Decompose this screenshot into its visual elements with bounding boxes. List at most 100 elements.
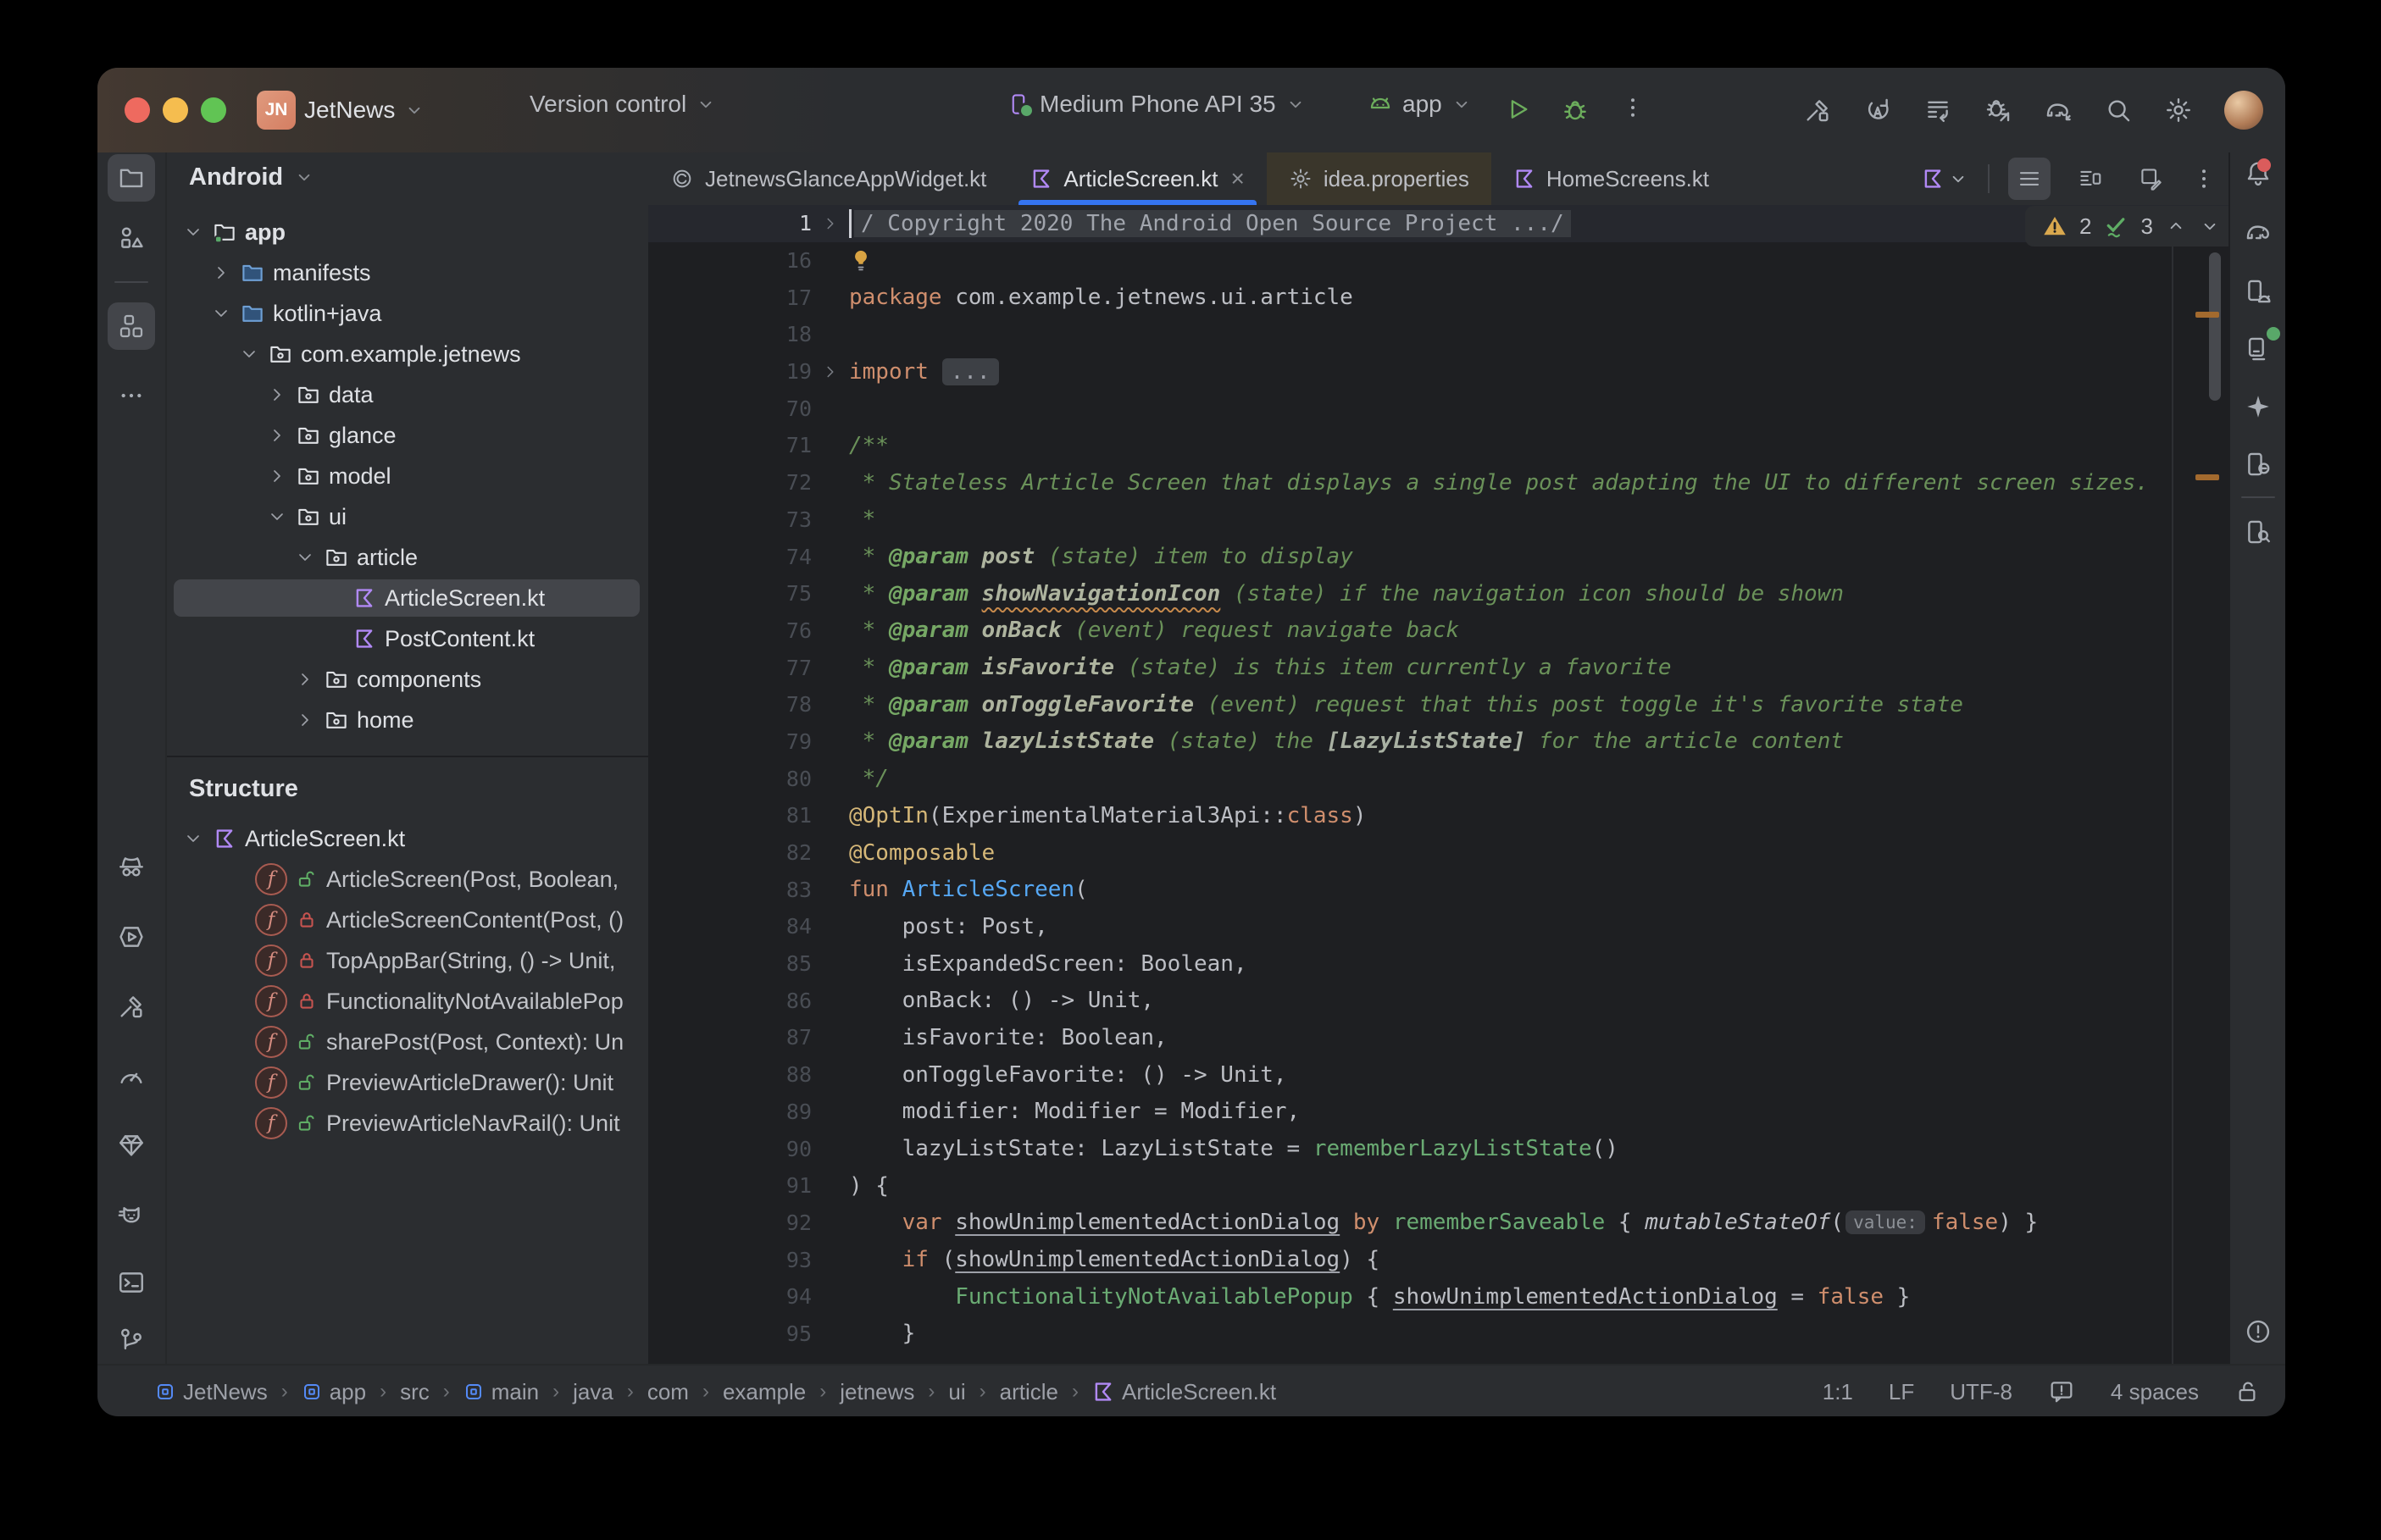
project-tree-row[interactable]: model — [167, 456, 650, 496]
code-line[interactable]: 91) { — [648, 1167, 2228, 1205]
tree-chevron-icon[interactable] — [291, 547, 319, 568]
breadcrumb-item[interactable]: java — [573, 1379, 613, 1405]
project-tree-row[interactable]: glance — [167, 415, 650, 456]
file-writable-padlock-icon[interactable] — [2234, 1378, 2262, 1405]
project-tree-row[interactable]: manifests — [167, 252, 650, 293]
breadcrumb-item[interactable]: JetNews — [155, 1379, 268, 1405]
apply-code-changes-icon[interactable] — [1923, 96, 1952, 125]
view-split-toggle[interactable] — [2069, 158, 2112, 200]
structure-item-row[interactable]: fTopAppBar(String, () -> Unit, — [167, 940, 650, 981]
tree-chevron-icon[interactable] — [179, 222, 208, 242]
project-tree-row[interactable]: article — [167, 537, 650, 578]
code-line[interactable]: 89 modifier: Modifier = Modifier, — [648, 1094, 2228, 1131]
breadcrumb-item[interactable]: jetnews — [840, 1379, 914, 1405]
code-line[interactable]: 87 isFavorite: Boolean, — [648, 1019, 2228, 1056]
inspections-widget[interactable]: 2 3 — [2025, 206, 2228, 247]
tool-window-button-structure-squares[interactable] — [108, 302, 155, 350]
breadcrumb-item[interactable]: ui — [948, 1379, 965, 1405]
tool-window-button-quality-insights-gem[interactable] — [108, 1122, 155, 1169]
code-line[interactable]: 82@Composable — [648, 834, 2228, 872]
code-line[interactable]: 88 onToggleFavorite: () -> Unit, — [648, 1056, 2228, 1094]
project-tree-row[interactable]: ArticleScreen.kt — [167, 578, 650, 618]
breadcrumb-item[interactable]: src — [400, 1379, 430, 1405]
code-line[interactable]: 81@OptIn(ExperimentalMaterial3Api::class… — [648, 797, 2228, 834]
structure-item-row[interactable]: fPreviewArticleNavRail(): Unit — [167, 1103, 650, 1144]
code-line[interactable]: 17package com.example.jetnews.ui.article — [648, 279, 2228, 316]
tool-window-button-build-hammer[interactable] — [108, 983, 155, 1030]
more-actions-kebab-icon[interactable] — [1620, 95, 1646, 120]
breadcrumb-item[interactable]: app — [302, 1379, 366, 1405]
structure-root-row[interactable]: ArticleScreen.kt — [167, 818, 650, 859]
code-line[interactable]: 92 var showUnimplementedActionDialog by … — [648, 1205, 2228, 1242]
structure-item-row[interactable]: fArticleScreenContent(Post, () — [167, 900, 650, 940]
tree-chevron-icon[interactable] — [235, 344, 264, 364]
editor-tab[interactable]: idea.properties — [1267, 152, 1491, 205]
tree-chevron-icon[interactable] — [291, 710, 319, 730]
run-button[interactable] — [1504, 95, 1533, 124]
encoding-widget[interactable]: UTF-8 — [1950, 1379, 2012, 1405]
structure-item-row[interactable]: fPreviewArticleDrawer(): Unit — [167, 1062, 650, 1103]
fold-chevron-icon[interactable] — [812, 214, 849, 233]
build-hammer-icon[interactable] — [1803, 96, 1832, 125]
project-tree-row[interactable]: home — [167, 700, 650, 740]
close-window-button[interactable] — [125, 97, 150, 123]
breadcrumb-item[interactable]: ArticleScreen.kt — [1092, 1379, 1276, 1405]
tool-window-button-running-hexagon-play[interactable] — [108, 913, 155, 961]
close-tab-icon[interactable]: × — [1230, 165, 1244, 192]
project-widget[interactable]: JN JetNews — [257, 91, 425, 130]
error-stripe-warning-mark[interactable] — [2195, 474, 2219, 480]
code-line[interactable]: 18 — [648, 316, 2228, 353]
code-line[interactable]: 85 isExpandedScreen: Boolean, — [648, 945, 2228, 983]
structure-item-row[interactable]: fArticleScreen(Post, Boolean, — [167, 859, 650, 900]
next-problem-chevron-icon[interactable] — [2199, 215, 2221, 237]
code-line[interactable]: 90 lazyListState: LazyListState = rememb… — [648, 1130, 2228, 1167]
folded-region-chip[interactable]: ... — [942, 358, 999, 385]
tree-chevron-icon[interactable] — [291, 669, 319, 690]
tool-window-button-more-horizontal[interactable] — [108, 372, 155, 419]
caret-position-widget[interactable]: 1:1 — [1823, 1379, 1853, 1405]
code-line[interactable]: 1/ Copyright 2020 The Android Open Sourc… — [648, 205, 2228, 242]
breadcrumb-item[interactable]: main — [463, 1379, 539, 1405]
prev-problem-chevron-icon[interactable] — [2165, 215, 2187, 237]
settings-gear-icon[interactable] — [2164, 96, 2193, 125]
tool-window-button-logcat-cat[interactable] — [108, 1191, 155, 1238]
tree-chevron-icon[interactable] — [207, 303, 236, 324]
error-stripe-warning-mark[interactable] — [2195, 312, 2219, 318]
panel-divider[interactable] — [167, 756, 650, 757]
code-line[interactable]: 77 * @param isFavorite (state) is this i… — [648, 649, 2228, 686]
highlighting-level-bubble-icon[interactable] — [2048, 1378, 2075, 1405]
gradle-sync-elephant-icon[interactable] — [2044, 96, 2073, 125]
project-view-selector[interactable]: Android — [167, 152, 650, 202]
code-line[interactable]: 70 — [648, 390, 2228, 427]
tool-window-button-gemini-sparkle[interactable] — [2234, 383, 2282, 430]
attach-debugger-bug-icon[interactable] — [1984, 96, 2012, 125]
tool-window-button-device-explorer-link[interactable] — [2234, 440, 2282, 488]
tool-window-button-device-manager[interactable] — [2234, 268, 2282, 315]
project-tree-row[interactable]: kotlin+java — [167, 293, 650, 334]
breadcrumb-item[interactable]: com — [647, 1379, 689, 1405]
tool-window-button-profiler-gauge[interactable] — [108, 1052, 155, 1100]
structure-item-row[interactable]: fFunctionalityNotAvailablePop — [167, 981, 650, 1022]
view-list-toggle[interactable] — [2008, 158, 2051, 200]
code-line[interactable]: 76 * @param onBack (event) request navig… — [648, 612, 2228, 650]
code-line[interactable]: 19import ... — [648, 353, 2228, 391]
fold-chevron-icon[interactable] — [812, 363, 849, 381]
tree-chevron-icon[interactable] — [263, 507, 291, 527]
structure-item-row[interactable]: fsharePost(Post, Context): Un — [167, 1022, 650, 1062]
tool-window-button-app-inspection-spy[interactable] — [108, 844, 155, 891]
device-selector[interactable]: Medium Phone API 35 — [1006, 91, 1307, 118]
code-editor[interactable]: 1/ Copyright 2020 The Android Open Sourc… — [648, 205, 2228, 1364]
tool-window-button-terminal[interactable] — [108, 1259, 155, 1306]
editor-tab[interactable]: ArticleScreen.kt× — [1008, 152, 1266, 205]
code-line[interactable]: 93 if (showUnimplementedActionDialog) { — [648, 1241, 2228, 1278]
search-icon[interactable] — [2104, 96, 2133, 125]
vcs-widget[interactable]: Version control — [530, 91, 717, 118]
code-line[interactable]: 73 * — [648, 501, 2228, 539]
project-tree-row[interactable]: components — [167, 659, 650, 700]
code-line[interactable]: 83fun ArticleScreen( — [648, 871, 2228, 908]
apply-changes-a-icon[interactable] — [1863, 96, 1892, 125]
minimize-window-button[interactable] — [163, 97, 188, 123]
project-tree-row[interactable]: PostContent.kt — [167, 618, 650, 659]
tool-window-button-project-folder[interactable] — [108, 154, 155, 202]
parameter-hint[interactable]: value: — [1845, 1210, 1925, 1234]
